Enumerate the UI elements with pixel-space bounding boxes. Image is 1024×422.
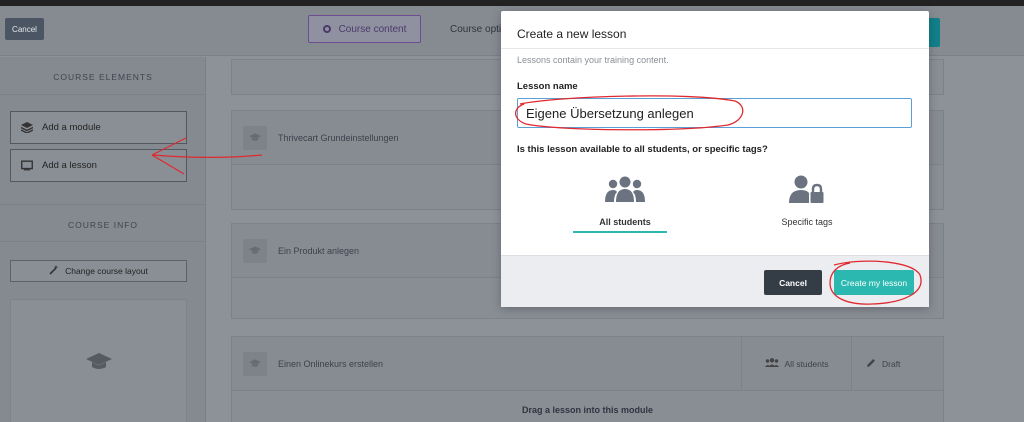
divider: [501, 48, 929, 49]
magic-wand-icon: [49, 265, 59, 277]
module-title[interactable]: Einen Onlinekurs erstellen: [278, 359, 741, 369]
change-course-layout-button[interactable]: Change course layout: [10, 260, 187, 282]
course-info-title: COURSE INFO: [67, 220, 139, 230]
users-icon: [764, 358, 779, 369]
user-lock-icon: [757, 175, 857, 203]
users-icon: [575, 175, 675, 203]
course-image-placeholder[interactable]: [10, 299, 187, 422]
module-header[interactable]: Einen Onlinekurs erstellen All students …: [232, 336, 943, 391]
selected-indicator: [573, 231, 667, 233]
create-lesson-modal: Create a new lesson Lessons contain your…: [501, 11, 929, 307]
create-lesson-button[interactable]: Create my lesson: [834, 270, 914, 295]
lesson-name-label: Lesson name: [517, 81, 578, 92]
option-specific-tags-label: Specific tags: [781, 217, 833, 227]
add-module-button[interactable]: Add a module: [10, 111, 187, 144]
modal-title: Create a new lesson: [517, 27, 627, 41]
module-title[interactable]: Thrivecart Grundeinstellungen: [278, 133, 399, 143]
status-selector[interactable]: Draft: [851, 336, 943, 391]
availability-question: Is this lesson available to all students…: [517, 144, 768, 155]
audience-selector[interactable]: All students: [741, 336, 851, 391]
change-course-layout-label: Change course layout: [65, 266, 148, 276]
divider: [0, 94, 206, 95]
modal-subtitle: Lessons contain your training content.: [517, 55, 669, 65]
divider: [0, 204, 206, 205]
cancel-button[interactable]: Cancel: [5, 18, 44, 40]
lesson-name-input[interactable]: [517, 98, 912, 128]
add-lesson-button[interactable]: Add a lesson: [10, 149, 187, 182]
course-elements-title: COURSE ELEMENTS: [53, 72, 153, 82]
add-lesson-label: Add a lesson: [42, 160, 97, 171]
modal-cancel-button[interactable]: Cancel: [764, 270, 822, 295]
status-label: Draft: [882, 358, 901, 369]
modal-footer: Cancel Create my lesson: [501, 255, 929, 307]
option-all-students-label: All students: [599, 217, 651, 227]
tab-course-options[interactable]: Course optio: [450, 24, 507, 35]
module-title[interactable]: Ein Produkt anlegen: [278, 246, 359, 256]
add-module-label: Add a module: [42, 122, 101, 133]
tab-course-content[interactable]: Course content: [308, 15, 421, 43]
monitor-icon: [21, 160, 33, 171]
target-icon: [322, 25, 331, 33]
graduation-cap-icon: [85, 352, 112, 376]
sidebar: COURSE ELEMENTS Add a module Add a lesso…: [0, 57, 206, 422]
tab-course-content-label: Course content: [338, 23, 407, 35]
graduation-cap-icon: [232, 238, 278, 263]
pencil-icon: [866, 358, 876, 370]
layers-icon: [21, 122, 33, 133]
audience-label: All students: [784, 358, 829, 369]
option-specific-tags[interactable]: Specific tags: [757, 175, 857, 227]
graduation-cap-icon: [232, 351, 278, 376]
option-all-students[interactable]: All students: [573, 175, 675, 233]
graduation-cap-icon: [232, 125, 278, 150]
divider: [0, 241, 206, 242]
drag-lesson-hint: Drag a lesson into this module: [521, 405, 654, 415]
save-button[interactable]: [928, 18, 940, 47]
